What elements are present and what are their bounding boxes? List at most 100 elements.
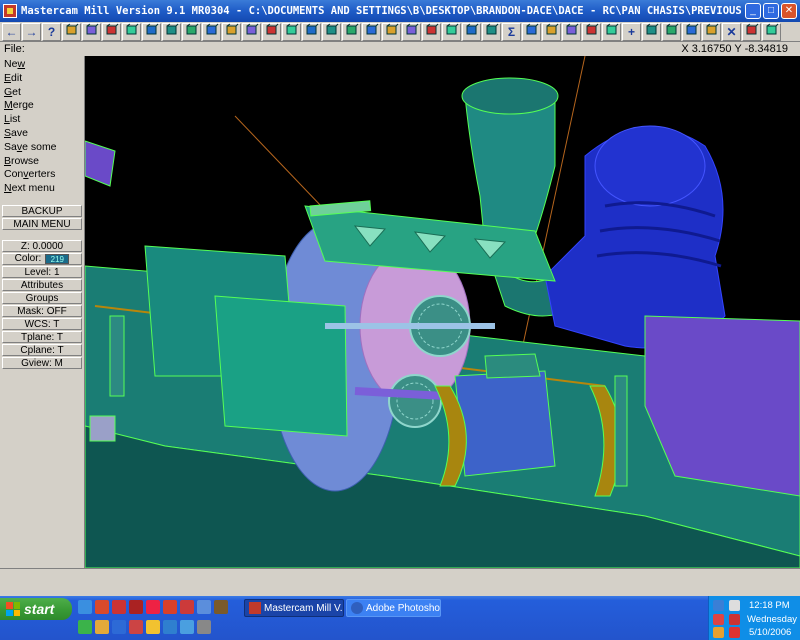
app-icon[interactable]	[95, 600, 109, 614]
groups-button[interactable]: Groups	[2, 291, 82, 304]
sigma-toolbar-button[interactable]: Σ	[502, 22, 521, 41]
spline-toolbar-button[interactable]	[582, 22, 601, 41]
refresh-toolbar-button[interactable]	[482, 22, 501, 41]
chevron-toolbar-button[interactable]	[702, 22, 721, 41]
menu-item-edit[interactable]: Edit	[0, 72, 84, 86]
plus-toolbar-button[interactable]: +	[622, 22, 641, 41]
menu-item-text: dit	[11, 71, 23, 84]
app-icon[interactable]	[112, 620, 126, 634]
start-button[interactable]: start	[0, 598, 72, 620]
mask-button[interactable]: Mask: OFF	[2, 304, 82, 317]
cube-white-toolbar-button[interactable]	[342, 22, 361, 41]
app-icon[interactable]	[163, 600, 177, 614]
menu-item-text: Ne	[4, 58, 18, 70]
app-icon[interactable]	[129, 600, 143, 614]
main-menu-button[interactable]: MAIN MENU	[2, 217, 82, 230]
no-toolbar-button[interactable]	[382, 22, 401, 41]
gear-icon[interactable]	[729, 614, 740, 625]
zoom-out-toolbar-button[interactable]	[122, 22, 141, 41]
sigma-icon: Σ	[507, 24, 516, 39]
app-icon[interactable]	[197, 620, 211, 634]
menu-item-list[interactable]: List	[0, 113, 84, 127]
mastercam-icon[interactable]	[112, 600, 126, 614]
menu-item-new[interactable]: New	[0, 58, 84, 72]
cplane-button[interactable]: Cplane: T	[2, 343, 82, 356]
taskbar-button-photoshop[interactable]: Adobe Photoshop	[346, 599, 441, 617]
app-icon[interactable]	[129, 620, 143, 634]
pan-toolbar-button[interactable]	[162, 22, 181, 41]
diamond-toolbar-button[interactable]	[642, 22, 661, 41]
app-icon[interactable]	[78, 620, 92, 634]
app-icon[interactable]	[146, 600, 160, 614]
view-side-toolbar-button[interactable]	[242, 22, 261, 41]
layers-toolbar-button[interactable]	[402, 22, 421, 41]
menu-item-save-some[interactable]: Save some	[0, 141, 84, 155]
zoom-toolbar-button[interactable]	[102, 22, 121, 41]
view-top-toolbar-button[interactable]	[202, 22, 221, 41]
cube-blue-toolbar-button[interactable]	[302, 22, 321, 41]
zoom-help-toolbar-button[interactable]	[82, 22, 101, 41]
menu-item-converters[interactable]: Converters	[0, 168, 84, 182]
arc-toolbar-button[interactable]	[542, 22, 561, 41]
help-toolbar-button[interactable]: ?	[42, 22, 61, 41]
windows-taskbar: start Mastercam Mill V... Adobe Photosho…	[0, 596, 800, 640]
menu-item-next-menu[interactable]: Next menu	[0, 182, 84, 196]
x-toolbar-button[interactable]: ✕	[722, 22, 741, 41]
z-depth-button[interactable]: Z: 0.0000	[2, 239, 82, 252]
box-toolbar-button[interactable]	[662, 22, 681, 41]
rotate-toolbar-button[interactable]	[442, 22, 461, 41]
tri-toolbar-button[interactable]	[742, 22, 761, 41]
mastercam-app-icon[interactable]	[3, 4, 17, 18]
security-icon[interactable]	[713, 614, 724, 625]
view-front-toolbar-button[interactable]	[222, 22, 241, 41]
view-iso-toolbar-button[interactable]	[262, 22, 281, 41]
app-icon[interactable]	[214, 600, 228, 614]
ie-icon[interactable]	[78, 600, 92, 614]
cylinder-toolbar-button[interactable]	[682, 22, 701, 41]
app-icon[interactable]	[180, 620, 194, 634]
curve-toolbar-button[interactable]	[562, 22, 581, 41]
rectangle-toolbar-button[interactable]	[602, 22, 621, 41]
down-tri-toolbar-button[interactable]	[762, 22, 781, 41]
menu-item-save[interactable]: Save	[0, 127, 84, 141]
tplane-button[interactable]: Tplane: T	[2, 330, 82, 343]
graphics-viewport[interactable]	[85, 56, 800, 568]
backup-button[interactable]: BACKUP	[2, 204, 82, 217]
link-toolbar-button[interactable]	[422, 22, 441, 41]
clock-time[interactable]: 12:18 PM	[749, 600, 790, 611]
gview-button[interactable]: Gview: M	[2, 356, 82, 369]
right-arrow-toolbar-button[interactable]: →	[22, 22, 41, 41]
network-icon[interactable]	[713, 600, 724, 611]
attributes-button[interactable]: Attributes	[2, 278, 82, 291]
minimize-button[interactable]: _	[745, 3, 761, 19]
menu-item-browse[interactable]: Browse	[0, 155, 84, 169]
smiley-icon[interactable]	[146, 620, 160, 634]
close-button[interactable]: ✕	[781, 3, 797, 19]
zoom-icon	[105, 23, 119, 40]
fit-toolbar-button[interactable]	[182, 22, 201, 41]
cube-outline-toolbar-button[interactable]	[322, 22, 341, 41]
alert-icon[interactable]	[713, 627, 724, 638]
maximize-button[interactable]: □	[763, 3, 779, 19]
volume-icon[interactable]	[729, 600, 740, 611]
zoom-window-toolbar-button[interactable]	[142, 22, 161, 41]
sphere-toolbar-button[interactable]	[462, 22, 481, 41]
line-toolbar-button[interactable]	[522, 22, 541, 41]
app-icon[interactable]	[180, 600, 194, 614]
cube-toolbar-button[interactable]	[282, 22, 301, 41]
taskbar-button-mastercam[interactable]: Mastercam Mill V...	[244, 599, 344, 617]
app-icon[interactable]	[95, 620, 109, 634]
app-icon[interactable]	[163, 620, 177, 634]
menu-item-get[interactable]: Get	[0, 86, 84, 100]
menu-item-merge[interactable]: Merge	[0, 99, 84, 113]
notepad-toolbar-button[interactable]	[62, 22, 81, 41]
app-icon[interactable]	[197, 600, 211, 614]
menu-item-text: ave	[11, 126, 28, 139]
level-button[interactable]: Level: 1	[2, 265, 82, 278]
color-button[interactable]: Color: 219	[2, 252, 82, 265]
left-arrow-toolbar-button[interactable]: ←	[2, 22, 21, 41]
shield-icon[interactable]	[729, 627, 740, 638]
wcs-button[interactable]: WCS: T	[2, 317, 82, 330]
fit-icon	[185, 23, 199, 40]
pencil-toolbar-button[interactable]	[362, 22, 381, 41]
